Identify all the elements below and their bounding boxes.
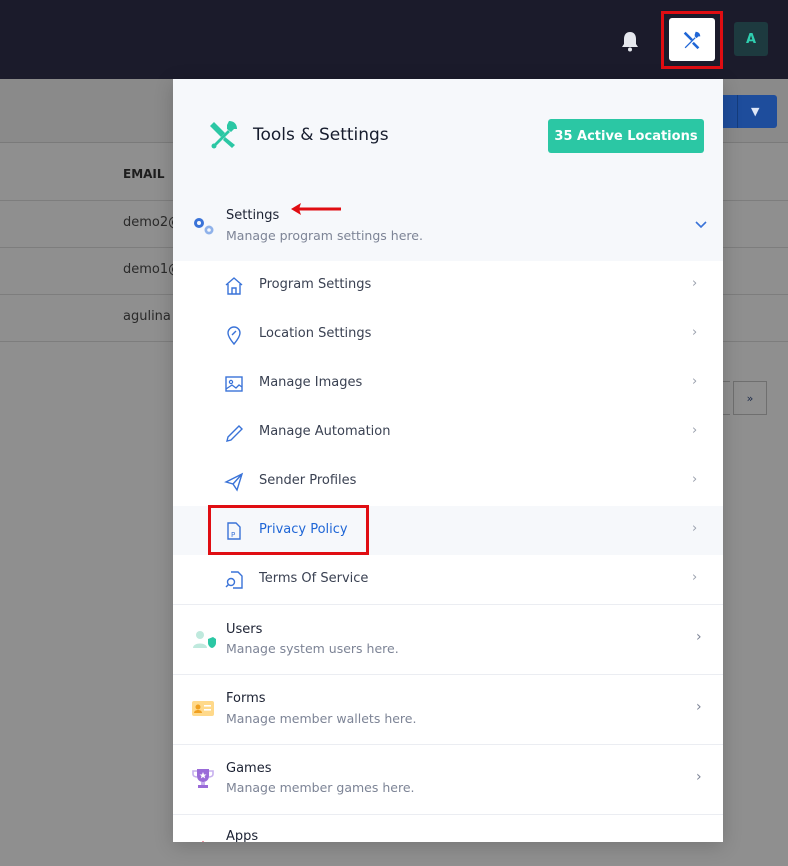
settings-section[interactable]: Settings Manage program settings here. — [173, 191, 723, 261]
chevron-down-icon — [695, 221, 707, 229]
dropdown-header: Tools & Settings 35 Active Locations — [173, 79, 723, 191]
pencil-icon — [226, 425, 243, 442]
chevron-right-icon: › — [692, 472, 698, 487]
menu-item-label: Location Settings — [259, 326, 372, 341]
chevron-right-icon: › — [692, 325, 698, 340]
games-title: Games — [226, 761, 272, 776]
menu-item-terms-of-service[interactable]: Terms Of Service › — [173, 555, 723, 604]
menu-item-location-settings[interactable]: Location Settings › — [173, 310, 723, 359]
forms-title: Forms — [226, 691, 266, 706]
tools-settings-dropdown: Tools & Settings 35 Active Locations Set… — [173, 79, 723, 842]
forms-description: Manage member wallets here. — [226, 711, 417, 726]
trophy-icon — [192, 769, 214, 788]
menu-item-label: Program Settings — [259, 277, 372, 292]
user-shield-icon — [193, 631, 216, 648]
chevron-right-icon: › — [692, 374, 698, 389]
forms-section[interactable]: Forms Manage member wallets here. › — [173, 675, 723, 744]
chevron-right-icon: › — [696, 699, 702, 715]
chevron-right-icon: › — [692, 276, 698, 291]
email-cell: agulina — [123, 309, 171, 324]
menu-item-label: Terms Of Service — [259, 571, 369, 586]
email-column-header: EMAIL — [123, 167, 165, 181]
gears-icon — [194, 218, 214, 235]
menu-item-label: Manage Images — [259, 375, 363, 390]
apps-title: Apps — [226, 829, 259, 842]
menu-item-label: Sender Profiles — [259, 473, 357, 488]
button-separator — [737, 95, 738, 128]
games-section[interactable]: Games Manage member games here. › — [173, 745, 723, 814]
users-description: Manage system users here. — [226, 641, 399, 656]
menu-item-sender-profiles[interactable]: Sender Profiles › — [173, 457, 723, 506]
menu-item-program-settings[interactable]: Program Settings › — [173, 261, 723, 310]
image-icon — [225, 376, 243, 392]
menu-item-manage-automation[interactable]: Manage Automation › — [173, 408, 723, 457]
chevron-right-icon: › — [692, 521, 698, 536]
chevron-right-icon: › — [696, 769, 702, 785]
map-pin-icon — [227, 326, 241, 346]
user-avatar[interactable]: A — [734, 22, 768, 56]
bell-icon[interactable] — [620, 30, 640, 52]
chevron-right-icon: › — [692, 570, 698, 585]
menu-item-label: Manage Automation — [259, 424, 391, 439]
privacy-policy-highlight — [208, 505, 369, 555]
document-search-icon — [225, 571, 243, 589]
menu-item-manage-images[interactable]: Manage Images › — [173, 359, 723, 408]
send-icon — [224, 472, 244, 492]
id-card-icon — [192, 701, 214, 716]
chevron-right-icon: › — [692, 423, 698, 438]
settings-title: Settings — [226, 208, 280, 223]
users-title: Users — [226, 622, 263, 637]
red-arrow-annotation — [291, 203, 341, 215]
home-icon — [225, 277, 243, 295]
chevron-down-icon: ▼ — [751, 105, 760, 118]
settings-description: Manage program settings here. — [226, 228, 423, 243]
background-action-button: ▼ — [720, 95, 777, 128]
games-description: Manage member games here. — [226, 780, 415, 795]
tools-logo-icon — [210, 121, 237, 149]
apps-icon — [202, 841, 204, 842]
apps-section[interactable]: Apps — [173, 815, 723, 842]
users-section[interactable]: Users Manage system users here. › — [173, 605, 723, 674]
active-locations-badge[interactable]: 35 Active Locations — [548, 119, 704, 153]
dropdown-title: Tools & Settings — [253, 125, 389, 145]
tools-button-highlight — [661, 11, 723, 69]
chevron-right-icon: › — [696, 629, 702, 645]
pagination-last-button: » — [733, 381, 767, 415]
